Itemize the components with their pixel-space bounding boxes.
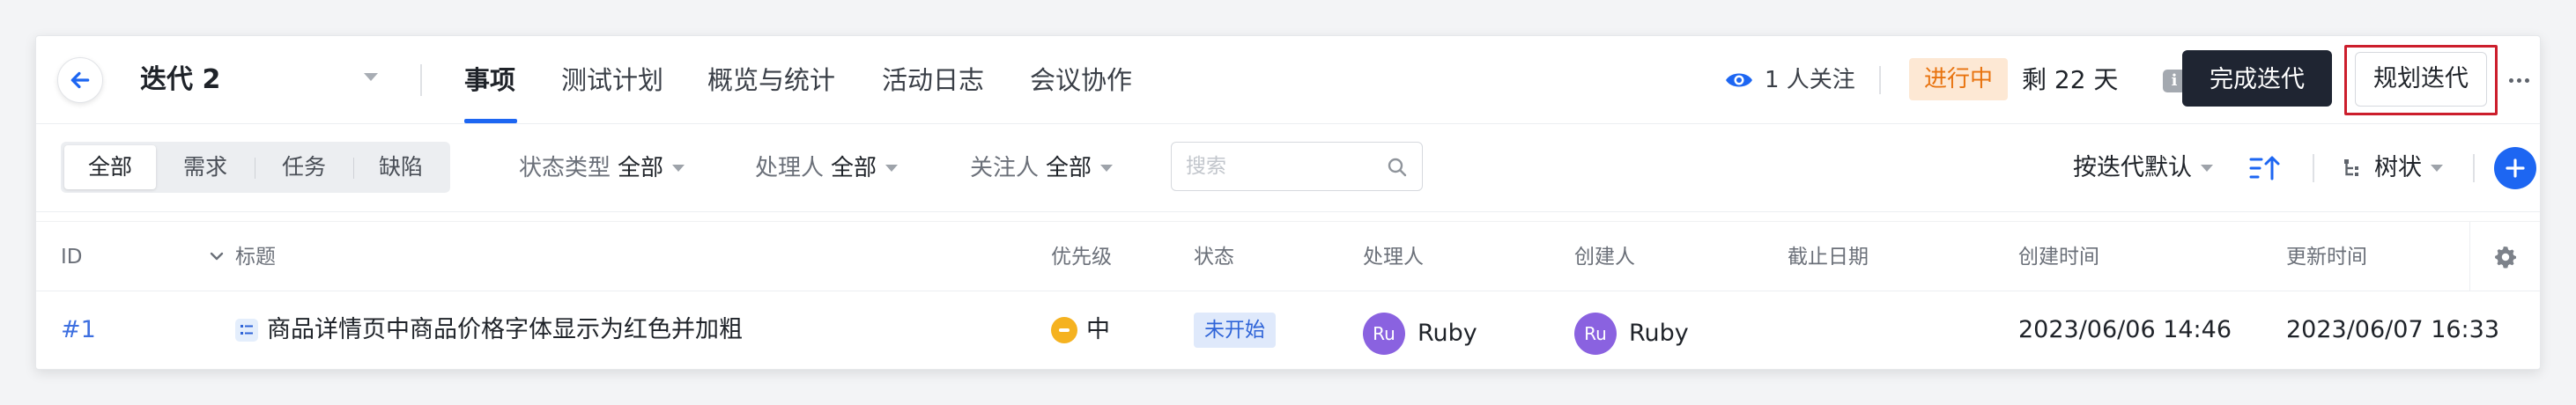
chevron-down-icon [885,165,899,172]
filter-value: 全部 [1046,155,1092,181]
column-priority[interactable]: 优先级 [1051,239,1112,275]
segment-defect[interactable]: 缺陷 [357,145,445,189]
priority-label: 中 [1086,316,1110,343]
priority-medium-icon [1051,317,1077,343]
avatar: Ru [1574,313,1617,355]
row-priority[interactable]: 中 [1051,313,1110,348]
status-badge: 进行中 [1909,58,2008,100]
chevron-down-icon [2431,165,2443,172]
active-tab-indicator [464,119,517,123]
view-label: 树状 [2374,154,2422,181]
avatar: Ru [1363,313,1405,355]
tree-view-icon [2344,159,2358,176]
column-updated-at[interactable]: 更新时间 [2286,239,2367,275]
row-title-cell[interactable]: 商品详情页中商品价格字体显示为红色并加粗 [235,313,743,348]
gear-icon [2494,247,2516,269]
row-title: 商品详情页中商品价格字体显示为红色并加粗 [267,316,743,343]
filter-watcher[interactable]: 关注人 全部 [970,151,1114,186]
row-id[interactable]: #1 [61,313,96,348]
sort-dropdown[interactable]: 按迭代默认 [2073,151,2213,186]
column-created-at[interactable]: 创建时间 [2018,239,2099,275]
back-button[interactable] [57,57,103,103]
filter-toolbar: 全部 需求 任务 缺陷 状态类型 全部 处理人 全部 关注人 全部 搜索 按迭代… [36,124,2540,212]
column-due-date[interactable]: 截止日期 [1788,239,1869,275]
table-header: ID 标题 优先级 状态 处理人 创建人 截止日期 创建时间 更新时间 [36,221,2540,292]
tab-overview-stats[interactable]: 概览与统计 [707,63,835,98]
chevron-down-icon [1100,165,1114,172]
column-id[interactable]: ID [61,239,83,275]
creator-name: Ruby [1629,320,1689,347]
complete-iteration-button[interactable]: 完成迭代 [2182,50,2332,107]
state-tag: 未开始 [1194,313,1276,348]
column-settings[interactable] [2469,222,2540,292]
iteration-panel: 迭代 2 事项 测试计划 概览与统计 活动日志 会议协作 1 人关注 进行中 剩… [35,35,2541,370]
plus-icon [2506,158,2525,178]
arrow-left-icon [70,71,90,89]
table-row[interactable]: #1 商品详情页中商品价格字体显示为红色并加粗 中 未开始 Ru Ruby Ru… [36,291,2540,369]
view-mode-dropdown[interactable]: 树状 [2343,151,2443,186]
row-created-at: 2023/06/06 14:46 [2018,316,2232,343]
segment-requirement[interactable]: 需求 [159,145,251,189]
search-box [1171,142,1423,191]
column-title[interactable]: 标题 [235,239,276,275]
column-state[interactable]: 状态 [1194,239,1234,275]
tab-activity-log[interactable]: 活动日志 [882,63,984,98]
chevron-down-icon[interactable] [209,250,225,262]
iteration-header: 迭代 2 事项 测试计划 概览与统计 活动日志 会议协作 1 人关注 进行中 剩… [36,36,2540,124]
sort-direction-icon[interactable] [2249,154,2281,182]
header-divider [1879,66,1881,94]
row-state[interactable]: 未开始 [1194,313,1276,348]
eye-icon [1726,73,1752,87]
filter-assignee[interactable]: 处理人 全部 [755,151,899,186]
filter-label: 关注人 [970,155,1040,181]
requirement-icon [235,319,258,342]
tab-test-plan[interactable]: 测试计划 [561,63,663,98]
search-input[interactable] [1184,150,1378,183]
tab-items[interactable]: 事项 [464,63,515,98]
watchers[interactable]: 1 人关注 [1724,63,1855,98]
segment-divider [353,158,354,179]
filter-label: 状态类型 [519,155,611,181]
search-icon[interactable] [1387,157,1408,178]
row-updated-at: 2023/06/07 16:33 [2286,316,2500,343]
assignee-name: Ruby [1418,320,1477,347]
filter-status-type[interactable]: 状态类型 全部 [519,151,685,186]
filter-value: 全部 [618,155,664,181]
filter-label: 处理人 [755,155,825,181]
row-assignee[interactable]: Ru Ruby [1363,313,1477,355]
add-item-button[interactable] [2494,147,2536,189]
tab-meeting[interactable]: 会议协作 [1030,63,1132,98]
chevron-down-icon [2201,165,2213,172]
toolbar-divider [2473,154,2475,182]
watchers-count: 1 人关注 [1765,67,1855,93]
iteration-selector[interactable]: 迭代 2 [140,63,220,98]
remaining-days: 剩 22 天 [2022,65,2119,94]
more-icon[interactable] [2503,64,2535,96]
column-creator[interactable]: 创建人 [1574,239,1635,275]
row-creator: Ru Ruby [1574,313,1689,355]
segment-task[interactable]: 任务 [258,145,350,189]
sort-label: 按迭代默认 [2073,154,2192,181]
segment-all[interactable]: 全部 [64,145,156,189]
header-divider [420,64,422,96]
column-assignee[interactable]: 处理人 [1363,239,1424,275]
toolbar-divider [2313,154,2314,182]
plan-iteration-button[interactable]: 规划迭代 [2355,52,2487,107]
filter-value: 全部 [831,155,877,181]
chevron-down-icon[interactable] [364,73,378,81]
chevron-down-icon [672,165,685,172]
type-segmented-control: 全部 需求 任务 缺陷 [61,142,450,193]
